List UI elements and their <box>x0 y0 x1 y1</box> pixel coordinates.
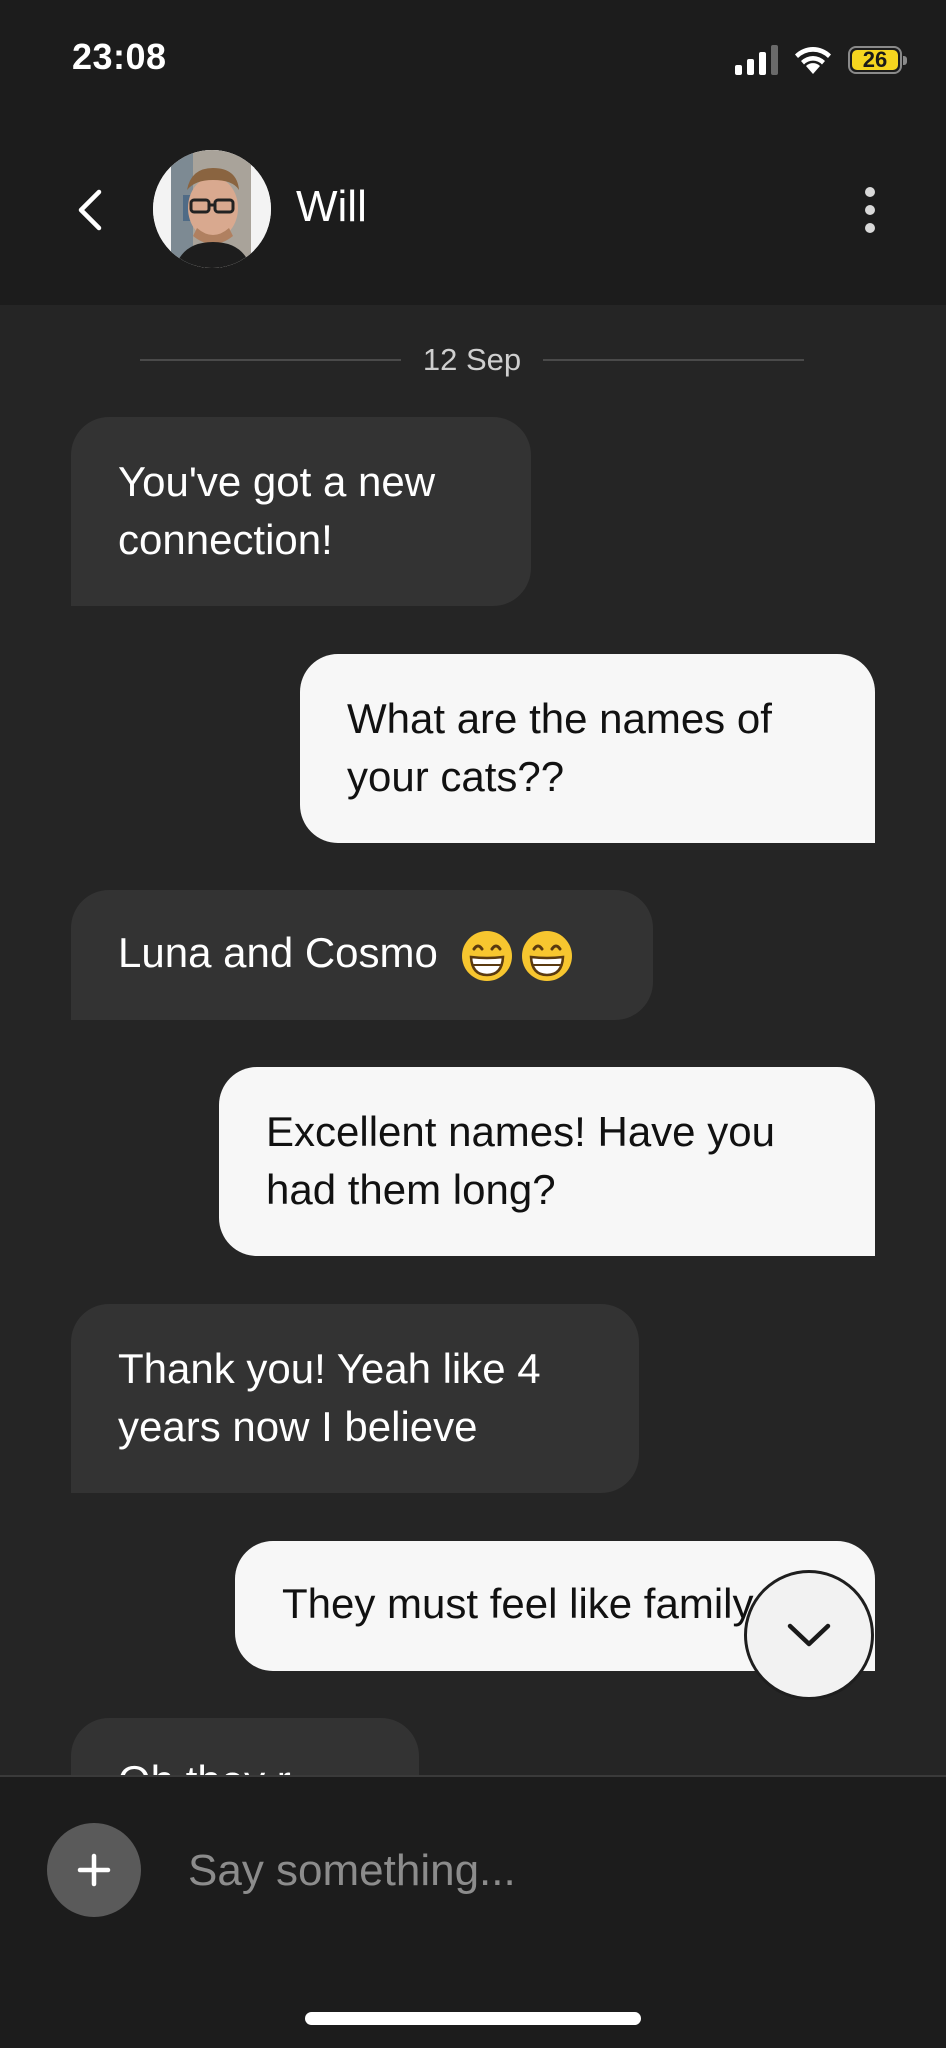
emoji-group <box>460 929 574 983</box>
chat-screen: 23:08 26 Will 12 Sep You've got a new co… <box>0 0 946 2048</box>
chevron-down-icon <box>787 1623 831 1647</box>
wifi-icon <box>795 47 831 74</box>
message-text: Luna and Cosmo <box>118 929 438 976</box>
message-incoming[interactable]: Luna and Cosmo <box>71 890 653 1020</box>
home-indicator <box>305 2012 641 2025</box>
battery-level: 26 <box>852 47 898 72</box>
contact-name[interactable]: Will <box>296 182 367 232</box>
message-input[interactable] <box>188 1829 868 1913</box>
add-attachment-button[interactable] <box>47 1823 141 1917</box>
status-bar: 23:08 26 <box>0 0 946 120</box>
message-text: Excellent names! Have you had them long? <box>266 1108 775 1213</box>
battery-icon: 26 <box>848 46 907 74</box>
avatar[interactable] <box>153 150 271 268</box>
message-text: They must feel like family <box>282 1580 754 1627</box>
plus-icon <box>77 1853 111 1887</box>
message-incoming[interactable]: Oh they r <box>71 1718 419 1775</box>
vertical-ellipsis-icon <box>865 187 875 197</box>
avatar-photo <box>153 150 271 268</box>
back-button[interactable] <box>62 182 118 238</box>
message-text: What are the names of your cats?? <box>347 695 772 800</box>
scroll-to-bottom-button[interactable] <box>744 1570 874 1700</box>
message-composer <box>0 1775 946 2048</box>
signal-icon <box>735 45 778 75</box>
message-text: Thank you! Yeah like 4 years now I belie… <box>118 1345 541 1450</box>
date-label: 12 Sep <box>422 342 522 377</box>
chat-header: Will <box>0 120 946 305</box>
message-outgoing[interactable]: What are the names of your cats?? <box>300 654 875 843</box>
message-text: You've got a new connection! <box>118 458 436 563</box>
message-incoming[interactable]: You've got a new connection! <box>71 417 531 606</box>
message-incoming[interactable]: Thank you! Yeah like 4 years now I belie… <box>71 1304 639 1493</box>
more-options-button[interactable] <box>850 182 890 238</box>
grin-icon <box>521 930 572 981</box>
message-list[interactable]: 12 Sep You've got a new connection! What… <box>0 305 946 1775</box>
status-time: 23:08 <box>72 36 167 77</box>
date-divider: 12 Sep <box>140 335 805 385</box>
status-icons: 26 <box>735 40 907 80</box>
message-text: Oh they r <box>118 1757 291 1775</box>
message-outgoing[interactable]: Excellent names! Have you had them long? <box>219 1067 875 1256</box>
chevron-left-icon <box>78 189 102 231</box>
grin-icon <box>461 930 512 981</box>
